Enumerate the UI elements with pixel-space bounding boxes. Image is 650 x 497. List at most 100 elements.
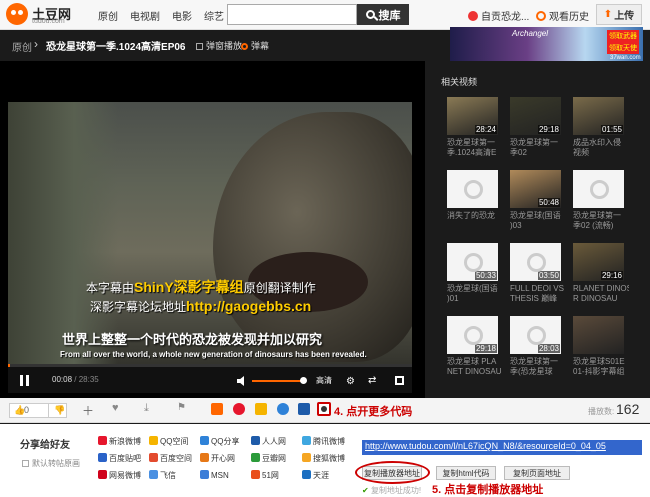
upload-button[interactable]: ⬆ 上传 xyxy=(596,4,642,25)
check-icon: ✔ xyxy=(362,486,369,495)
share-service-item[interactable]: 新浪微博 xyxy=(98,436,141,447)
related-caption[interactable]: 消失了的恐龙 xyxy=(447,211,503,221)
share-service-item[interactable]: MSN xyxy=(200,470,229,480)
ad-banner[interactable]: Archangel 领取武器 领取天使 37wan.com xyxy=(450,27,643,64)
related-thumbnail[interactable] xyxy=(573,170,624,208)
share-service-item[interactable]: QQ分享 xyxy=(200,436,239,447)
volume-knob[interactable] xyxy=(300,377,307,384)
related-caption[interactable]: 季.1024高清E xyxy=(447,148,503,158)
ad-button-weapon[interactable]: 领取武器 xyxy=(607,30,639,42)
related-caption[interactable]: R DINOSAU xyxy=(573,294,629,304)
search-button[interactable]: 搜库 xyxy=(357,4,409,25)
volume-slider[interactable] xyxy=(252,377,307,384)
related-caption[interactable]: 恐龙星球第一 xyxy=(573,211,629,221)
nav-item-tv[interactable]: 电视剧 xyxy=(130,8,160,23)
related-duration: 01:55 xyxy=(600,125,623,134)
repost-checkbox[interactable] xyxy=(22,460,29,467)
pause-icon[interactable] xyxy=(20,375,30,386)
search-input[interactable] xyxy=(227,4,357,25)
share-service-item[interactable]: 百度贴吧 xyxy=(98,453,141,464)
video-frame[interactable]: 本字幕由ShinY深影字幕组原创翻译制作 深影字幕论坛地址http://gaog… xyxy=(8,102,412,375)
share-service-item[interactable]: 飞信 xyxy=(149,470,176,481)
report-flag-icon[interactable]: ⚑ xyxy=(177,402,186,413)
danmu-toggle[interactable]: 弹幕 xyxy=(241,39,269,52)
upload-label: 上传 xyxy=(614,11,635,22)
related-thumbnail[interactable]: 28:03 xyxy=(510,316,561,354)
favorite-heart-icon[interactable]: ♥ xyxy=(112,402,119,414)
related-caption[interactable]: THESIS 巅峰 xyxy=(510,294,566,304)
share-service-item[interactable]: 开心网 xyxy=(200,453,235,464)
share-service-item[interactable]: 51网 xyxy=(251,470,279,481)
progress-bar[interactable] xyxy=(8,364,412,367)
share-service-item[interactable]: 百度空间 xyxy=(149,453,192,464)
nav-item-movie[interactable]: 电影 xyxy=(172,8,192,23)
related-thumbnail[interactable] xyxy=(447,170,498,208)
breadcrumb-original[interactable]: 原创 xyxy=(12,39,32,54)
progress-fill xyxy=(8,364,10,367)
history-menu[interactable]: 观看历史 xyxy=(536,8,589,23)
volume-icon[interactable] xyxy=(237,376,247,386)
share-weibo-icon[interactable] xyxy=(233,403,245,415)
related-thumbnail[interactable]: 50:33 xyxy=(447,243,498,281)
related-thumbnail[interactable]: 50:48 xyxy=(510,170,561,208)
tudou-logo[interactable]: 土豆网 tudou.com xyxy=(6,3,88,27)
user-menu[interactable]: 自贡恐龙... xyxy=(468,8,529,23)
nav-item-original[interactable]: 原创 xyxy=(98,8,118,23)
share-qzone-icon[interactable] xyxy=(255,403,267,415)
related-caption[interactable]: 01-抖影字幕组 xyxy=(573,367,629,377)
related-thumbnail[interactable]: 03:50 xyxy=(510,243,561,281)
related-thumbnail[interactable]: 29:16 xyxy=(573,243,624,281)
related-thumbnail[interactable]: 01:55 xyxy=(573,97,624,135)
related-caption[interactable]: NET DINOSAU xyxy=(447,367,503,377)
related-caption[interactable]: 季02 xyxy=(510,148,566,158)
related-thumbnail[interactable] xyxy=(573,316,624,354)
related-caption[interactable]: 恐龙星球(国语 xyxy=(447,284,503,294)
top-nav: 土豆网 tudou.com 原创 电视剧 电影 综艺 更多 搜库 自贡恐龙...… xyxy=(0,0,650,30)
share-qq-icon[interactable] xyxy=(277,403,289,415)
related-caption[interactable]: FULL DEOI VS xyxy=(510,284,566,294)
quality-selector[interactable]: 高清 xyxy=(316,375,332,386)
related-caption[interactable]: 恐龙星球 PLA xyxy=(447,357,503,367)
more-code-button[interactable] xyxy=(317,402,331,416)
related-thumbnail[interactable]: 29:18 xyxy=(447,316,498,354)
popup-play-toggle[interactable]: 弹窗播放 xyxy=(196,39,242,52)
related-caption[interactable]: 视频 xyxy=(573,148,629,158)
related-caption[interactable]: 季(恐龙星球 xyxy=(510,367,566,377)
copy-page-url-button[interactable]: 复制页面地址 xyxy=(504,466,570,480)
related-caption[interactable]: )01 xyxy=(447,294,503,304)
copy-html-button[interactable]: 复制html代码 xyxy=(436,466,496,480)
related-caption[interactable]: )03 xyxy=(510,221,566,231)
loop-icon[interactable]: ⇄ xyxy=(368,375,376,386)
share-renren-icon[interactable] xyxy=(298,403,310,415)
related-caption[interactable]: 恐龙星球(国语 xyxy=(510,211,566,221)
related-caption[interactable]: 恐龙星球第一 xyxy=(510,357,566,367)
add-to-playlist-icon[interactable]: ＋ xyxy=(82,402,94,419)
settings-gear-icon[interactable]: ⚙ xyxy=(346,376,355,387)
share-service-item[interactable]: 人人网 xyxy=(251,436,286,447)
history-icon xyxy=(536,11,546,21)
nav-item-variety[interactable]: 综艺 xyxy=(204,8,224,23)
related-thumbnail[interactable]: 28:24 xyxy=(447,97,498,135)
share-service-item[interactable]: 腾讯微博 xyxy=(302,436,345,447)
player-url-field[interactable]: http://www.tudou.com/l/nL67icQN_N8/&reso… xyxy=(362,440,642,455)
share-service-item[interactable]: QQ空间 xyxy=(149,436,188,447)
ad-button-angel[interactable]: 领取天使 xyxy=(607,42,639,54)
related-caption[interactable]: RLANET DINOSAU xyxy=(573,284,629,294)
share-service-item[interactable]: 豆瓣网 xyxy=(251,453,286,464)
related-thumbnail[interactable]: 29:18 xyxy=(510,97,561,135)
share-service-item[interactable]: 天涯 xyxy=(302,470,329,481)
related-caption[interactable]: 恐龙星球S01E xyxy=(573,357,629,367)
related-caption[interactable]: 恐龙星球第一 xyxy=(510,138,566,148)
share-tudou-icon[interactable] xyxy=(211,403,223,415)
fullscreen-icon[interactable] xyxy=(395,376,404,385)
related-caption[interactable]: 恐龙星球第一 xyxy=(447,138,503,148)
time-display: 00:08 / 28:35 xyxy=(52,375,99,384)
download-icon[interactable]: ⤓ xyxy=(144,402,149,415)
share-service-item[interactable]: 搜狐微博 xyxy=(302,453,345,464)
share-service-item[interactable]: 网易微博 xyxy=(98,470,141,481)
related-caption[interactable]: 成品水印入侵 xyxy=(573,138,629,148)
danmu-icon xyxy=(241,43,248,50)
related-caption[interactable]: 季02 (流畅) xyxy=(573,221,629,231)
repost-option[interactable]: 默认转帖原画 xyxy=(22,458,80,469)
thumbs-down-icon[interactable]: 👎 xyxy=(54,405,65,416)
